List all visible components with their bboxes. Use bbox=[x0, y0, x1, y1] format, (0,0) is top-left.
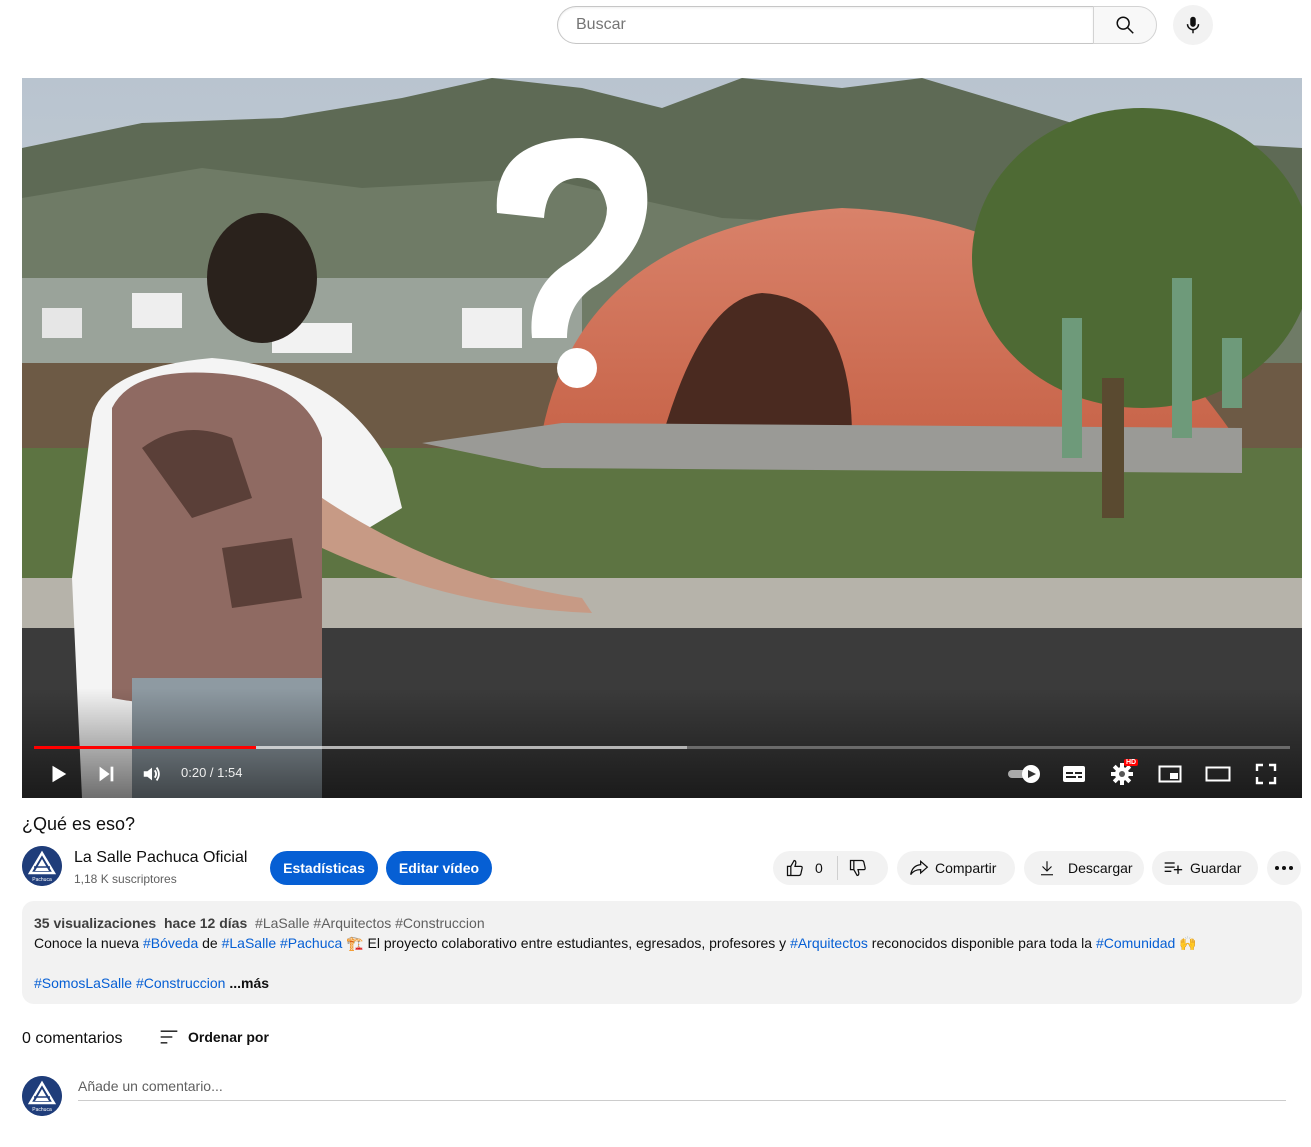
save-label: Guardar bbox=[1190, 860, 1242, 876]
play-button[interactable] bbox=[42, 758, 74, 790]
like-button[interactable]: 0 bbox=[773, 858, 823, 878]
description-line-2: #SomosLaSalle #Construccion ...más bbox=[34, 973, 1290, 993]
like-separator bbox=[836, 856, 838, 880]
description-line-1: Conoce la nueva #Bóveda de #LaSalle #Pac… bbox=[34, 933, 1290, 953]
download-label: Descargar bbox=[1068, 860, 1133, 876]
hashtag-link[interactable]: #Bóveda bbox=[143, 935, 198, 951]
channel-avatar[interactable]: Pachuca bbox=[22, 846, 62, 886]
theater-icon bbox=[1205, 766, 1231, 782]
time-display: 0:20 / 1:54 bbox=[181, 765, 243, 780]
user-avatar: Pachuca bbox=[22, 1076, 62, 1116]
sort-label: Ordenar por bbox=[188, 1029, 269, 1045]
share-button[interactable]: Compartir bbox=[897, 851, 1015, 885]
analytics-button[interactable]: Estadísticas bbox=[270, 851, 378, 885]
avatar-caption: Pachuca bbox=[32, 877, 52, 883]
hashtag-link[interactable]: #SomosLaSalle bbox=[34, 975, 132, 991]
hashtag-link[interactable]: #Pachuca bbox=[280, 935, 342, 951]
thumbs-up-icon bbox=[786, 859, 803, 877]
la-salle-logo-icon: Pachuca bbox=[22, 846, 62, 886]
description-text: 🙌 bbox=[1175, 935, 1197, 951]
save-button[interactable]: Guardar bbox=[1152, 851, 1258, 885]
video-title: ¿Qué es eso? bbox=[22, 814, 136, 834]
subscriber-count: 1,18 K suscriptores bbox=[74, 872, 177, 886]
description-meta: 35 visualizaciones hace 12 días #LaSalle… bbox=[34, 913, 1290, 933]
download-icon bbox=[1041, 861, 1053, 876]
hd-badge: HD bbox=[1124, 759, 1139, 766]
search-button[interactable] bbox=[1093, 6, 1157, 44]
sort-comments-button[interactable]: Ordenar por bbox=[158, 1027, 269, 1047]
voice-search-button[interactable] bbox=[1173, 5, 1213, 45]
share-icon bbox=[910, 859, 929, 876]
autoplay-toggle-icon bbox=[1008, 765, 1040, 783]
dislike-button[interactable] bbox=[848, 858, 868, 878]
thumbs-down-icon bbox=[849, 859, 866, 877]
progress-played bbox=[34, 746, 257, 749]
video-player[interactable]: 0:20 / 1:54 HD bbox=[22, 78, 1302, 798]
like-dislike-group: 0 bbox=[773, 851, 888, 885]
volume-button[interactable] bbox=[136, 758, 168, 790]
fullscreen-button[interactable] bbox=[1250, 758, 1282, 790]
search-icon bbox=[1116, 16, 1134, 34]
autoplay-toggle[interactable] bbox=[1004, 758, 1044, 790]
microphone-icon bbox=[1186, 16, 1200, 34]
volume-icon bbox=[143, 767, 160, 781]
settings-button[interactable]: HD bbox=[1106, 758, 1139, 790]
search-box[interactable] bbox=[557, 6, 1093, 44]
view-count: 35 visualizaciones bbox=[34, 915, 157, 931]
hashtag-link[interactable]: #Arquitectos bbox=[790, 935, 868, 951]
more-horizontal-icon bbox=[1275, 866, 1293, 870]
download-button[interactable]: Descargar bbox=[1024, 851, 1144, 885]
show-more-link[interactable]: ...más bbox=[229, 975, 269, 991]
hashtag-link[interactable]: #LaSalle bbox=[222, 935, 277, 951]
playlist-add-icon bbox=[1164, 862, 1183, 874]
description-text: reconocidos disponible para toda la bbox=[867, 935, 1096, 951]
description-text: de bbox=[198, 935, 222, 951]
hashtag-link[interactable]: #Comunidad bbox=[1096, 935, 1175, 951]
description-text: 🏗️ El proyecto colaborativo entre estudi… bbox=[342, 935, 791, 951]
comments-count: 0 comentarios bbox=[22, 1030, 123, 1047]
share-label: Compartir bbox=[935, 860, 997, 876]
upload-date: hace 12 días bbox=[163, 915, 248, 931]
description-box[interactable]: 35 visualizaciones hace 12 días #LaSalle… bbox=[22, 901, 1302, 1004]
hashtag-link[interactable]: #Construccion bbox=[136, 975, 226, 991]
theater-mode-button[interactable] bbox=[1202, 758, 1234, 790]
more-actions-button[interactable] bbox=[1267, 851, 1301, 885]
subtitles-icon bbox=[1063, 766, 1085, 782]
play-icon bbox=[52, 765, 67, 783]
description-text: Conoce la nueva bbox=[34, 935, 143, 951]
channel-name[interactable]: La Salle Pachuca Oficial bbox=[74, 849, 247, 867]
description-tags[interactable]: #LaSalle #Arquitectos #Construccion bbox=[255, 915, 485, 931]
avatar-caption: Pachuca bbox=[32, 1107, 52, 1113]
progress-bar[interactable] bbox=[34, 746, 1290, 749]
sort-icon bbox=[160, 1030, 178, 1044]
search-input[interactable] bbox=[574, 15, 1093, 35]
next-icon bbox=[99, 766, 114, 782]
la-salle-logo-icon: Pachuca bbox=[22, 1076, 62, 1116]
comment-input[interactable] bbox=[78, 1078, 1286, 1101]
edit-video-button[interactable]: Editar vídeo bbox=[386, 851, 492, 885]
next-button[interactable] bbox=[90, 758, 122, 790]
fullscreen-icon bbox=[1255, 763, 1277, 785]
subtitles-button[interactable] bbox=[1058, 758, 1090, 790]
like-count: 0 bbox=[815, 860, 823, 876]
miniplayer-icon bbox=[1158, 765, 1182, 783]
miniplayer-button[interactable] bbox=[1154, 758, 1186, 790]
